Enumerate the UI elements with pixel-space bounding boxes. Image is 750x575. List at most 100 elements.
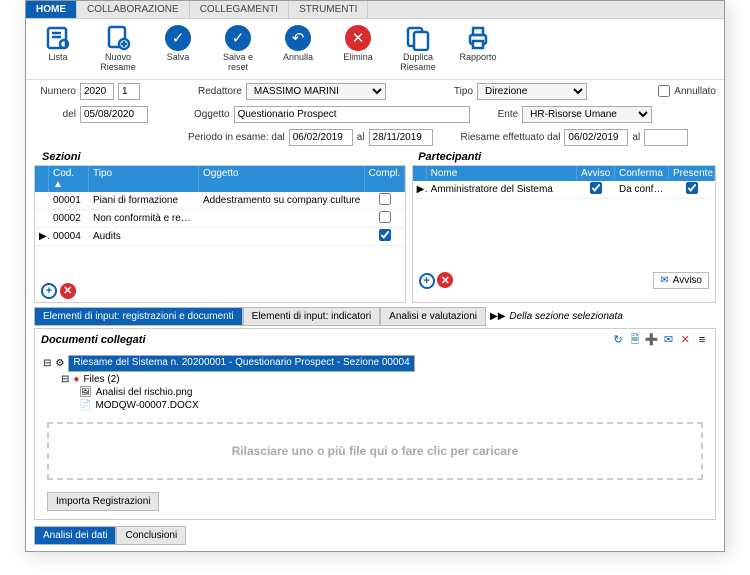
- subtab-indicatori[interactable]: Elementi di input: indicatori: [243, 307, 381, 326]
- tree-file[interactable]: 📄 MODQW-00007.DOCX: [79, 399, 707, 412]
- lista-button[interactable]: Lista: [34, 25, 82, 73]
- check-circle-icon: ✓: [165, 25, 191, 51]
- del-label: del: [34, 109, 76, 120]
- label: Salva: [167, 53, 190, 63]
- documents-header: Documenti collegati ↻ 🗎 ➕ ✉ ✕ ≡: [35, 329, 715, 350]
- periodo-dal-input[interactable]: [289, 129, 353, 146]
- salva-reset-button[interactable]: ✓ Salva e reset: [214, 25, 262, 73]
- oggetto-label: Oggetto: [194, 109, 230, 120]
- partecipanti-footer: + ✕ ✉ Avviso: [413, 269, 715, 292]
- tipo-select[interactable]: Direzione: [477, 83, 587, 100]
- tab-home[interactable]: HOME: [26, 1, 77, 18]
- tab-analisi-dati[interactable]: Analisi dei dati: [34, 526, 116, 545]
- tree-files-folder[interactable]: ⊟ ● Files (2): [61, 373, 707, 386]
- x-circle-icon: ✕: [345, 25, 371, 51]
- form-row-1: Numero Redattore MASSIMO MARINI Tipo Dir…: [26, 80, 724, 103]
- image-file-icon: 🖼: [79, 387, 92, 398]
- print-icon: [465, 25, 491, 51]
- periodo-al-input[interactable]: [369, 129, 433, 146]
- add-sezione-button[interactable]: +: [41, 283, 57, 299]
- tree-root[interactable]: ⊟ ⚙ Riesame del Sistema n. 20200001 - Qu…: [43, 354, 707, 373]
- tab-conclusioni[interactable]: Conclusioni: [116, 526, 186, 545]
- add-partecipante-button[interactable]: +: [419, 273, 435, 289]
- row-selector-icon: ▶: [413, 182, 427, 197]
- col-avviso[interactable]: Avviso: [577, 166, 615, 181]
- avviso-checkbox[interactable]: [590, 182, 602, 194]
- ente-select[interactable]: HR-Risorse Umane: [522, 106, 652, 123]
- label: Annulla: [283, 53, 313, 63]
- file-dropzone[interactable]: Rilasciare uno o più file qui o fare cli…: [47, 422, 703, 480]
- refresh-icon[interactable]: ↻: [611, 332, 625, 346]
- main-tabs: HOME COLLABORAZIONE COLLEGAMENTI STRUMEN…: [26, 1, 724, 19]
- document-plus-icon: [105, 25, 131, 51]
- col-compl[interactable]: Compl.: [365, 166, 405, 192]
- system-icon: ⚙: [55, 358, 64, 369]
- form-row-3: Periodo in esame: dal al Riesame effettu…: [26, 126, 724, 149]
- form-row-2: del Oggetto Ente HR-Risorse Umane: [26, 103, 724, 126]
- riesame-al-input[interactable]: [644, 129, 688, 146]
- label: Elimina: [343, 53, 373, 63]
- delete-partecipante-button[interactable]: ✕: [437, 272, 453, 288]
- expand-icon[interactable]: ⊟: [43, 358, 51, 369]
- mail-doc-icon[interactable]: ✉: [661, 332, 675, 346]
- tree-file[interactable]: 🖼 Analisi del rischio.png: [79, 386, 707, 399]
- presente-checkbox[interactable]: [686, 182, 698, 194]
- word-file-icon: 📄: [79, 400, 91, 411]
- col-cod[interactable]: Cod. ▲: [49, 166, 89, 192]
- table-row[interactable]: 00002 Non conformità e recl...: [35, 210, 405, 228]
- label: Salva e reset: [214, 53, 262, 73]
- list-search-icon: [45, 25, 71, 51]
- subtab-registrazioni[interactable]: Elementi di input: registrazioni e docum…: [34, 307, 243, 326]
- annullato-checkbox[interactable]: [658, 85, 670, 97]
- nuovo-riesame-button[interactable]: Nuovo Riesame: [94, 25, 142, 73]
- add-doc-icon[interactable]: ➕: [645, 332, 659, 346]
- check-reset-icon: ✓: [225, 25, 251, 51]
- al-label-1: al: [357, 132, 365, 143]
- partecipanti-header: Nome Avviso Conferma Presente: [413, 166, 715, 181]
- split-panels: Cod. ▲ Tipo Oggetto Compl. 00001 Piani d…: [26, 165, 724, 304]
- table-row[interactable]: 00001 Piani di formazione Addestramento …: [35, 192, 405, 210]
- col-presente[interactable]: Presente: [669, 166, 715, 181]
- sezioni-header: Cod. ▲ Tipo Oggetto Compl.: [35, 166, 405, 192]
- tab-collaborazione[interactable]: COLLABORAZIONE: [77, 1, 190, 18]
- col-oggetto[interactable]: Oggetto: [199, 166, 365, 192]
- seq-input[interactable]: [118, 83, 140, 100]
- riesame-dal-input[interactable]: [564, 129, 628, 146]
- elimina-button[interactable]: ✕ Elimina: [334, 25, 382, 73]
- menu-icon[interactable]: ≡: [695, 333, 709, 347]
- redattore-select[interactable]: MASSIMO MARINI: [246, 83, 386, 100]
- rapporto-button[interactable]: Rapporto: [454, 25, 502, 73]
- compl-checkbox[interactable]: [379, 229, 391, 241]
- new-doc-icon[interactable]: 🗎: [628, 333, 642, 347]
- salva-button[interactable]: ✓ Salva: [154, 25, 202, 73]
- avviso-button[interactable]: ✉ Avviso: [653, 272, 709, 289]
- col-nome[interactable]: Nome: [427, 166, 577, 181]
- documents-title: Documenti collegati: [41, 334, 146, 346]
- annulla-button[interactable]: ↶ Annulla: [274, 25, 322, 73]
- compl-checkbox[interactable]: [379, 193, 391, 205]
- partecipanti-panel: Nome Avviso Conferma Presente ▶ Amminist…: [412, 165, 716, 304]
- col-conferma[interactable]: Conferma: [615, 166, 669, 181]
- annullato-label: Annullato: [674, 86, 716, 97]
- delete-doc-icon[interactable]: ✕: [678, 332, 692, 346]
- col-tipo[interactable]: Tipo: [89, 166, 199, 192]
- document-actions: ↻ 🗎 ➕ ✉ ✕ ≡: [611, 332, 709, 347]
- importa-registrazioni-button[interactable]: Importa Registrazioni: [47, 492, 159, 511]
- sezioni-body: 00001 Piani di formazione Addestramento …: [35, 192, 405, 280]
- expand-icon[interactable]: ⊟: [61, 374, 69, 385]
- compl-checkbox[interactable]: [379, 211, 391, 223]
- duplica-button[interactable]: Duplica Riesame: [394, 25, 442, 73]
- subtab-analisi[interactable]: Analisi e valutazioni: [380, 307, 486, 326]
- del-date-input[interactable]: [80, 106, 148, 123]
- ente-label: Ente: [498, 109, 519, 120]
- tab-strumenti[interactable]: STRUMENTI: [289, 1, 368, 18]
- row-selector-icon: ▶: [35, 229, 49, 244]
- table-row[interactable]: ▶ 00004 Audits: [35, 228, 405, 246]
- delete-sezione-button[interactable]: ✕: [60, 283, 76, 299]
- anno-input[interactable]: [80, 83, 114, 100]
- oggetto-input[interactable]: [234, 106, 470, 123]
- folder-icon: ●: [73, 374, 79, 385]
- table-row[interactable]: ▶ Amministratore del Sistema Da conferm.…: [413, 181, 715, 199]
- label: Duplica Riesame: [394, 53, 442, 73]
- tab-collegamenti[interactable]: COLLEGAMENTI: [190, 1, 289, 18]
